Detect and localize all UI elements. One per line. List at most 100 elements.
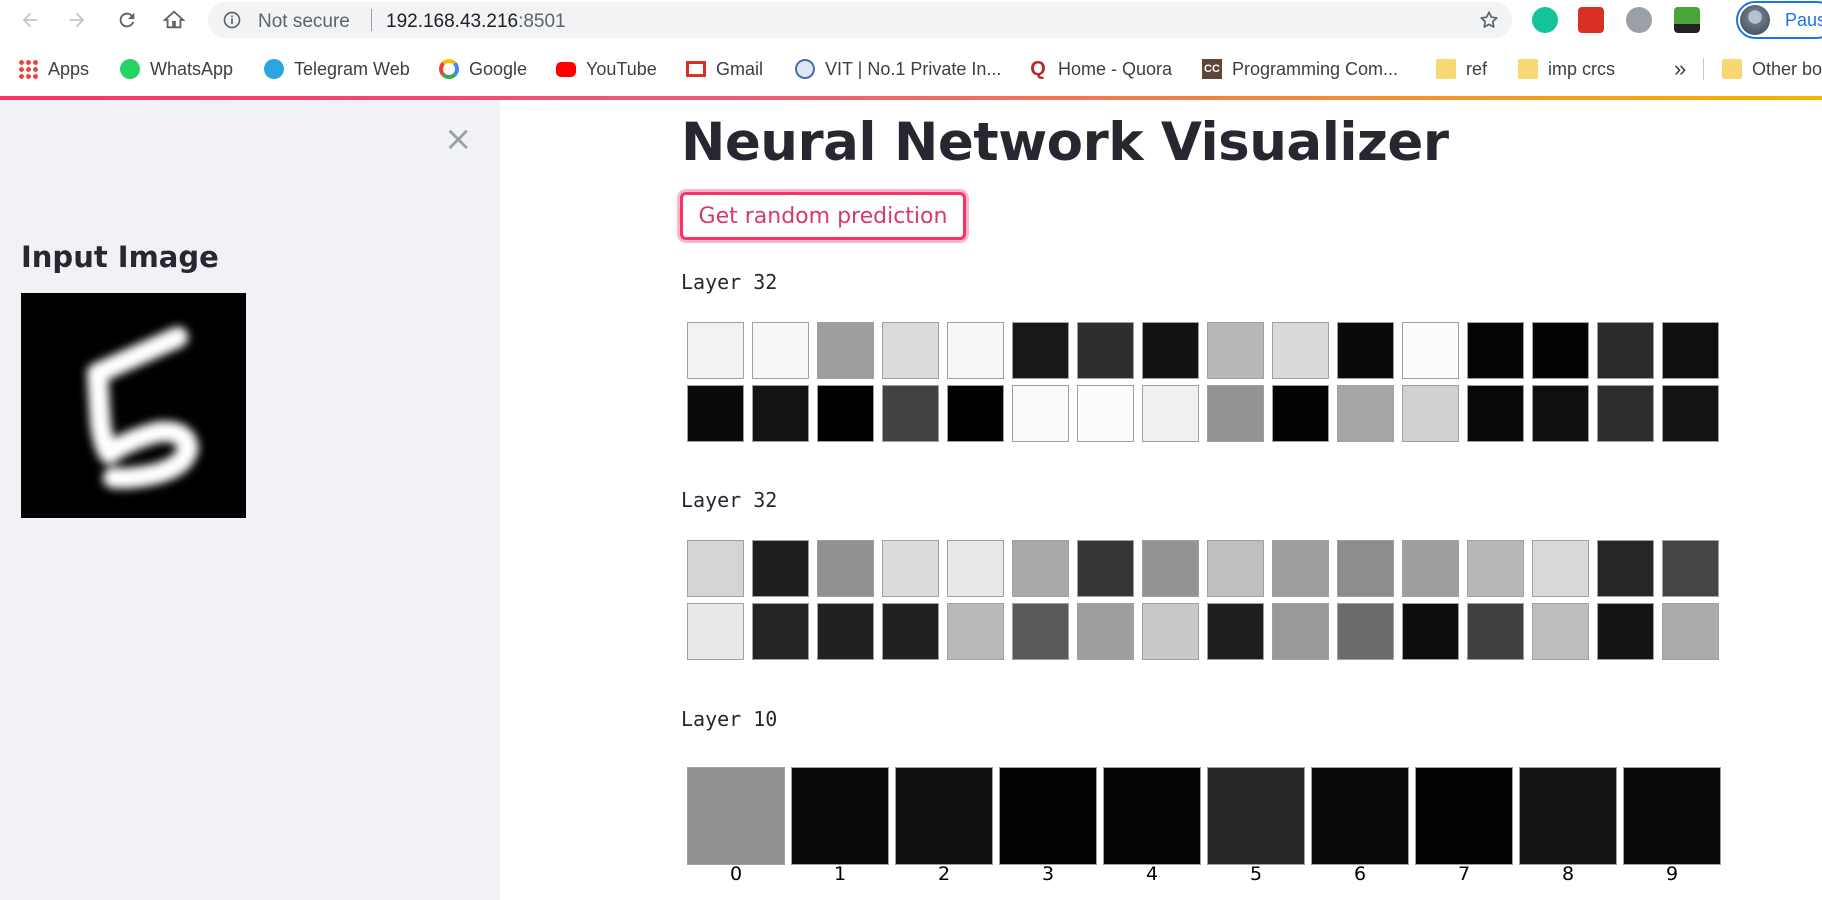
handwritten-digit-five-icon (21, 293, 246, 518)
output-class-label: 6 (1353, 863, 1367, 885)
url-port: :8501 (518, 11, 566, 32)
activation-cell (1597, 603, 1654, 660)
bug-extension-icon[interactable] (1626, 7, 1652, 33)
output-activation-cell (1103, 767, 1201, 865)
activation-cell (882, 385, 939, 442)
output-class-label: 7 (1457, 863, 1471, 885)
output-activation-cell (1311, 767, 1409, 865)
telegram-icon (264, 59, 284, 79)
output-activation-cell (1623, 767, 1721, 865)
bookmark-other[interactable]: Other bo (1722, 56, 1822, 82)
output-activation-cell (791, 767, 889, 865)
reload-button[interactable] (112, 5, 142, 35)
activation-cell (1142, 540, 1199, 597)
bookmark-label: imp crcs (1548, 58, 1615, 79)
bookmark-label: Google (469, 58, 528, 79)
omnibox-divider (371, 9, 372, 31)
bookmark-label: Gmail (716, 58, 764, 79)
activation-cell (1597, 385, 1654, 442)
output-activation-cell (687, 767, 785, 865)
bookmark-star-icon[interactable] (1478, 9, 1500, 31)
bookmarks-overflow-chevron-icon[interactable]: » (1674, 56, 1686, 82)
arrow-left-icon (22, 12, 38, 28)
profile-name: Paus (1785, 10, 1822, 30)
activation-cell (1597, 540, 1654, 597)
bookmarks-bar: Apps WhatsApp Telegram Web Google YouTub… (0, 48, 1822, 88)
url-host: 192.168.43.216 (386, 11, 519, 32)
activation-cell (817, 322, 874, 379)
activation-cell (1207, 603, 1264, 660)
activation-cell (752, 540, 809, 597)
output-class-label: 1 (833, 863, 847, 885)
activation-cell (1207, 385, 1264, 442)
folder-icon (1436, 59, 1456, 79)
output-class-label: 4 (1145, 863, 1159, 885)
output-activation-cell (1207, 767, 1305, 865)
back-button[interactable] (15, 5, 45, 35)
output-activation-cell (999, 767, 1097, 865)
bookmark-label: WhatsApp (150, 58, 234, 79)
activation-cell (817, 540, 874, 597)
bookmark-telegram[interactable]: Telegram Web (264, 56, 410, 82)
activation-cell (1467, 603, 1524, 660)
activation-cell (1142, 385, 1199, 442)
get-random-prediction-button[interactable]: Get random prediction (680, 192, 966, 240)
activation-cell (882, 322, 939, 379)
output-class-label: 0 (729, 863, 743, 885)
activation-cell (1077, 603, 1134, 660)
output-class-label: 2 (937, 863, 951, 885)
output-class-label: 5 (1249, 863, 1263, 885)
activation-cell (882, 540, 939, 597)
output-class-label: 8 (1561, 863, 1575, 885)
activation-cell (1402, 322, 1459, 379)
activation-cell (1532, 603, 1589, 660)
layer-label: Layer 32 (681, 488, 778, 512)
activation-cell (687, 322, 744, 379)
bookmark-gmail[interactable]: Gmail (686, 56, 763, 82)
bookmark-google[interactable]: Google (439, 56, 527, 82)
bookmark-whatsapp[interactable]: WhatsApp (120, 56, 233, 82)
activation-cell (1207, 322, 1264, 379)
close-sidebar-icon[interactable]: × (444, 122, 473, 156)
activation-cell (687, 540, 744, 597)
whatsapp-icon (120, 59, 140, 79)
layer-activation-grid (687, 540, 1719, 660)
bookmark-youtube[interactable]: YouTube (556, 56, 657, 82)
sidebar-title: Input Image (21, 240, 219, 274)
activation-cell (1532, 322, 1589, 379)
gmail-icon (686, 61, 706, 77)
info-icon[interactable] (222, 10, 242, 30)
grammarly-icon[interactable] (1532, 7, 1558, 33)
bookmark-apps[interactable]: Apps (18, 56, 89, 82)
output-activation-grid (687, 767, 1721, 865)
home-button[interactable] (159, 5, 189, 35)
quora-icon: Q (1030, 58, 1046, 80)
output-activation-cell (1415, 767, 1513, 865)
activation-cell (687, 385, 744, 442)
bookmark-imp-crcs[interactable]: imp crcs (1518, 56, 1615, 82)
html-tree-extension-icon[interactable] (1674, 7, 1700, 33)
activation-cell (1467, 540, 1524, 597)
sidebar: × Input Image (0, 100, 500, 900)
activation-cell (1662, 322, 1719, 379)
activation-cell (817, 603, 874, 660)
forward-button[interactable] (62, 5, 92, 35)
bookmark-codechef[interactable]: CC Programming Com... (1202, 56, 1398, 82)
profile-button[interactable]: Paus (1736, 1, 1822, 39)
book-extension-icon[interactable] (1578, 7, 1604, 33)
bookmarks-divider (1703, 58, 1704, 80)
bookmark-quora[interactable]: Q Home - Quora (1028, 56, 1172, 82)
layer-label: Layer 32 (681, 270, 778, 294)
bookmark-ref[interactable]: ref (1436, 56, 1487, 82)
vit-icon (795, 59, 815, 79)
bookmark-vit[interactable]: VIT | No.1 Private In... (795, 56, 1001, 82)
activation-cell (1012, 540, 1069, 597)
address-bar[interactable]: Not secure 192.168.43.216:8501 (208, 2, 1512, 38)
url-text: 192.168.43.216:8501 (386, 11, 566, 33)
activation-cell (1337, 322, 1394, 379)
activation-cell (1662, 385, 1719, 442)
activation-cell (752, 385, 809, 442)
activation-cell (1337, 540, 1394, 597)
layer-activation-grid (687, 322, 1719, 442)
main-content: Neural Network Visualizer Get random pre… (500, 100, 1822, 900)
